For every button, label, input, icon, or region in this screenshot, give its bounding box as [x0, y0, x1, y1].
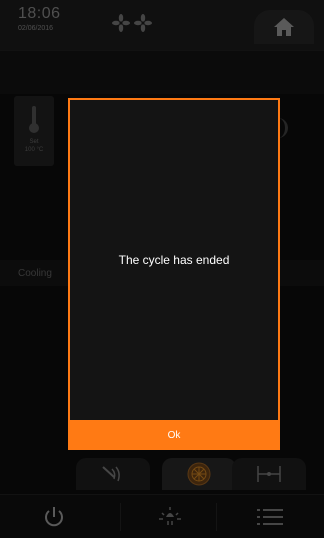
- cycle-ended-dialog: The cycle has ended Ok: [68, 98, 280, 450]
- ok-button[interactable]: Ok: [68, 420, 280, 450]
- app-screen: 18:06 02/06/2016 Set 100 °C Cooling The …: [0, 0, 324, 538]
- ok-button-label: Ok: [167, 429, 181, 441]
- dialog-message: The cycle has ended: [118, 253, 230, 267]
- dialog-body: The cycle has ended: [70, 100, 278, 420]
